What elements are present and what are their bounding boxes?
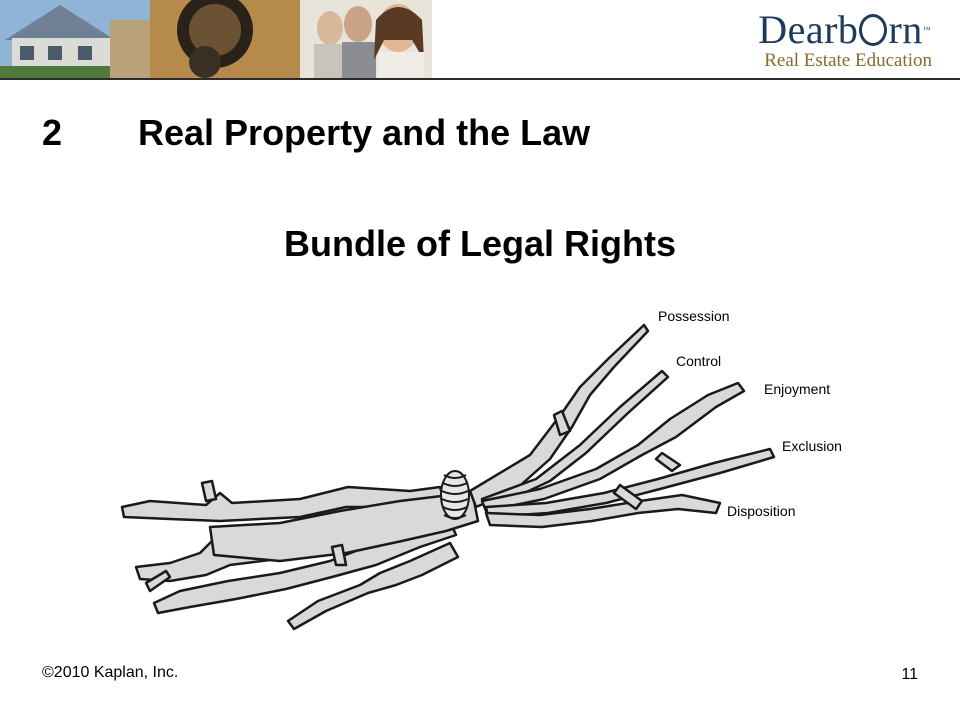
chapter-title: Real Property and the Law bbox=[138, 112, 591, 153]
logo-tagline: Real Estate Education bbox=[764, 50, 932, 71]
page-number: 11 bbox=[901, 666, 918, 683]
slide-subtitle: Bundle of Legal Rights bbox=[284, 223, 676, 264]
slide-title: 2 Real Property and the Law bbox=[42, 112, 590, 154]
chapter-number: 2 bbox=[42, 112, 63, 153]
header-divider bbox=[0, 78, 960, 80]
logo-wordmark: Dearb rn™ bbox=[758, 7, 932, 52]
header-photo-collage bbox=[0, 0, 432, 78]
label-disposition: Disposition bbox=[727, 503, 795, 519]
label-exclusion: Exclusion bbox=[782, 438, 842, 454]
logo-o-building-icon bbox=[859, 14, 888, 46]
label-enjoyment: Enjoyment bbox=[764, 381, 830, 397]
rope-binding bbox=[440, 470, 470, 520]
dearborn-logo: Dearb rn™ Real Estate Education bbox=[758, 10, 932, 72]
bundle-of-sticks-diagram: Possession Control Enjoyment Exclusion D… bbox=[120, 308, 842, 631]
label-possession: Possession bbox=[658, 308, 730, 324]
header-banner: Dearb rn™ Real Estate Education bbox=[0, 0, 960, 78]
label-control: Control bbox=[676, 353, 721, 369]
copyright-notice: ©2010 Kaplan, Inc. bbox=[42, 664, 179, 681]
